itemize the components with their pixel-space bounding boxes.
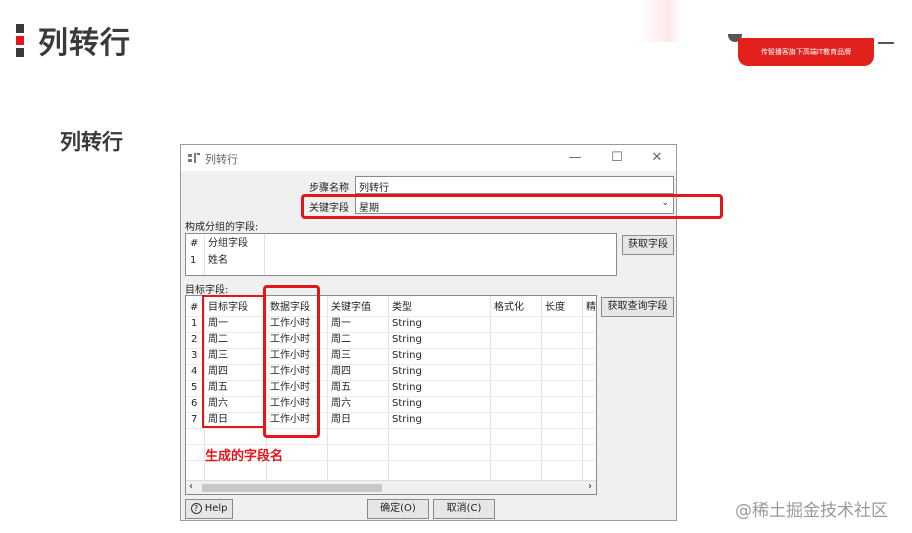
row-5-key-value[interactable]: 周五	[329, 380, 351, 396]
slide-title: 列转行	[38, 26, 131, 61]
row-6-type[interactable]: String	[390, 396, 422, 412]
brand-badge-text: 传智播客旗下高端IT教育品牌	[760, 48, 852, 56]
transform-step-icon	[188, 153, 200, 163]
group-header-index: #	[190, 238, 199, 249]
scrollbar-thumb[interactable]	[202, 484, 382, 492]
col-header-format: 格式化	[494, 302, 524, 313]
col-header-length: 长度	[545, 302, 565, 313]
horizontal-scrollbar[interactable]: ‹ ›	[186, 480, 596, 494]
watermark: @稀土掘金技术社区	[735, 501, 888, 521]
brand-badge: 传智播客旗下高端IT教育品牌	[738, 38, 874, 66]
dialog-titlebar: 列转行 — ☐ ✕	[181, 145, 676, 171]
row-4-type[interactable]: String	[390, 364, 422, 380]
ok-button[interactable]: 确定(O)	[367, 499, 429, 519]
row-5-index: 5	[191, 382, 198, 393]
row-6-key-value[interactable]: 周六	[329, 396, 351, 412]
key-field-highlight	[301, 194, 723, 219]
scroll-left-icon[interactable]: ‹	[189, 481, 193, 492]
step-name-input[interactable]: 列转行	[355, 176, 674, 194]
row-3-type[interactable]: String	[390, 348, 422, 364]
group-fields-table[interactable]: # 分组字段 1 姓名	[185, 233, 617, 276]
cancel-button[interactable]: 取消(C)	[433, 499, 495, 519]
dialog-title: 列转行	[205, 153, 238, 166]
help-button[interactable]: ? Help	[185, 499, 233, 519]
row-normaliser-dialog: 列转行 — ☐ ✕ 步骤名称 列转行 关键字段 星期 ⌄ 构成分组的字段: # …	[180, 144, 723, 521]
row-7-index: 7	[191, 414, 198, 425]
row-6-index: 6	[191, 398, 198, 409]
generated-field-note: 生成的字段名	[205, 449, 284, 464]
title-bar-accent-3	[16, 48, 24, 57]
get-lookup-fields-button[interactable]: 获取查询字段	[601, 297, 674, 317]
brand-underline	[878, 42, 894, 44]
col-header-precision: 精	[586, 302, 596, 313]
group-row-field[interactable]: 姓名	[206, 253, 228, 269]
row-3-key-value[interactable]: 周三	[329, 348, 351, 364]
maximize-button[interactable]: ☐	[607, 149, 627, 167]
target-field-highlight	[202, 295, 266, 428]
help-icon: ?	[190, 502, 202, 514]
title-bar-accent-1	[16, 24, 24, 33]
top-gradient-band	[640, 0, 680, 42]
step-name-label: 步骤名称	[309, 183, 349, 194]
section-title: 列转行	[60, 130, 123, 154]
row-2-type[interactable]: String	[390, 332, 422, 348]
help-label: Help	[204, 503, 228, 514]
row-1-type[interactable]: String	[390, 316, 422, 332]
row-2-key-value[interactable]: 周二	[329, 332, 351, 348]
row-4-index: 4	[191, 366, 198, 377]
row-1-index: 1	[191, 318, 198, 329]
title-bar-accent-2	[16, 36, 24, 45]
target-fields-label: 目标字段:	[185, 285, 229, 296]
col-header-key-value: 关键字值	[331, 302, 371, 313]
close-button[interactable]: ✕	[647, 149, 667, 167]
group-fields-label: 构成分组的字段:	[185, 222, 259, 233]
row-3-index: 3	[191, 350, 198, 361]
row-7-key-value[interactable]: 周日	[329, 412, 351, 428]
row-1-key-value[interactable]: 周一	[329, 316, 351, 332]
minimize-button[interactable]: —	[565, 149, 585, 167]
col-header-index: #	[190, 302, 199, 313]
row-2-index: 2	[191, 334, 198, 345]
get-fields-button[interactable]: 获取字段	[622, 235, 674, 255]
col-header-type: 类型	[392, 302, 412, 313]
scroll-right-icon[interactable]: ›	[588, 481, 592, 492]
group-row-index: 1	[190, 255, 197, 266]
data-field-highlight	[263, 285, 320, 438]
row-7-type[interactable]: String	[390, 412, 422, 428]
row-4-key-value[interactable]: 周四	[329, 364, 351, 380]
row-5-type[interactable]: String	[390, 380, 422, 396]
group-header-field: 分组字段	[208, 238, 248, 249]
